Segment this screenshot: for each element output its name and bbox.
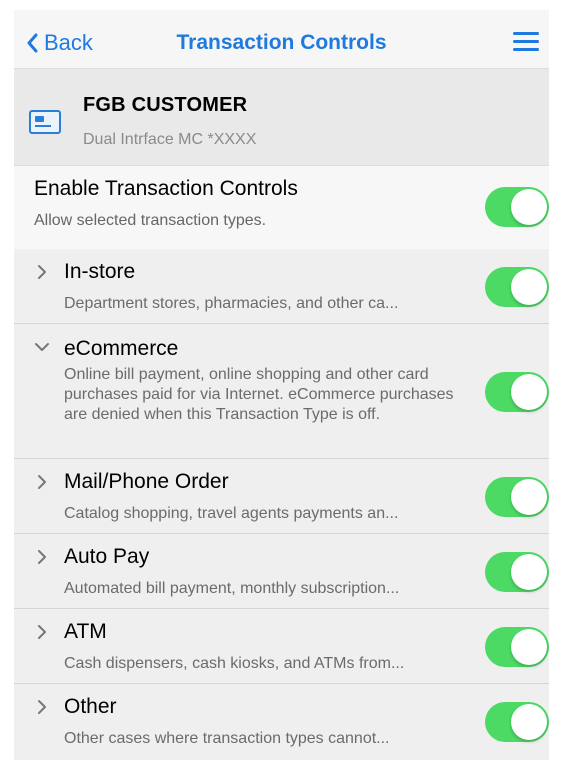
back-label: Back — [44, 30, 93, 55]
enable-controls-toggle[interactable] — [485, 187, 549, 227]
transaction-row-auto-pay[interactable]: Auto Pay Automated bill payment, monthly… — [14, 534, 549, 609]
card-account-label: Dual Intrface MC *XXXX — [83, 131, 257, 148]
credit-card-icon — [29, 110, 61, 134]
back-button[interactable]: Back — [26, 30, 93, 56]
transaction-title: Other — [64, 695, 117, 718]
transaction-title: Auto Pay — [64, 545, 150, 568]
transaction-title: Mail/Phone Order — [64, 470, 229, 493]
transaction-type-list: In-store Department stores, pharmacies, … — [14, 249, 549, 760]
toggle-knob — [511, 629, 547, 665]
transaction-toggle-atm[interactable] — [485, 627, 549, 667]
toggle-knob — [511, 374, 547, 410]
toggle-knob — [511, 554, 547, 590]
chevron-right-icon — [38, 475, 46, 489]
transaction-description: Other cases where transaction types cann… — [64, 730, 390, 747]
transaction-toggle-mail-phone-order[interactable] — [485, 477, 549, 517]
hamburger-menu-icon[interactable] — [513, 32, 539, 52]
screen: Back Transaction Controls FGB CUSTOMER D… — [0, 0, 563, 763]
transaction-row-ecommerce[interactable]: eCommerce Online bill payment, online sh… — [14, 324, 549, 459]
transaction-description: Cash dispensers, cash kiosks, and ATMs f… — [64, 655, 405, 672]
transaction-row-in-store[interactable]: In-store Department stores, pharmacies, … — [14, 249, 549, 324]
transaction-toggle-auto-pay[interactable] — [485, 552, 549, 592]
transaction-toggle-ecommerce[interactable] — [485, 372, 549, 412]
transaction-toggle-in-store[interactable] — [485, 267, 549, 307]
chevron-right-icon — [38, 625, 46, 639]
chevron-right-icon — [38, 700, 46, 714]
transaction-row-mail-phone-order[interactable]: Mail/Phone Order Catalog shopping, trave… — [14, 459, 549, 534]
chevron-right-icon — [38, 550, 46, 564]
enable-controls-title: Enable Transaction Controls — [34, 177, 298, 200]
chevron-left-icon — [27, 33, 38, 53]
chevron-right-icon — [38, 265, 46, 279]
chevron-down-icon — [35, 343, 49, 351]
page-title: Transaction Controls — [176, 31, 387, 54]
transaction-description: Automated bill payment, monthly subscrip… — [64, 580, 400, 597]
content: Back Transaction Controls FGB CUSTOMER D… — [14, 10, 549, 760]
toggle-knob — [511, 189, 547, 225]
toggle-knob — [511, 704, 547, 740]
navigation-bar: Back Transaction Controls — [14, 10, 549, 69]
transaction-row-other[interactable]: Other Other cases where transaction type… — [14, 684, 549, 760]
transaction-title: ATM — [64, 620, 107, 643]
transaction-description: Online bill payment, online shopping and… — [64, 366, 454, 423]
card-holder-name: FGB CUSTOMER — [83, 94, 248, 116]
transaction-row-atm[interactable]: ATM Cash dispensers, cash kiosks, and AT… — [14, 609, 549, 684]
transaction-description: Department stores, pharmacies, and other… — [64, 295, 399, 312]
enable-controls-row: Enable Transaction Controls Allow select… — [14, 166, 549, 249]
transaction-description: Catalog shopping, travel agents payments… — [64, 505, 399, 522]
transaction-title: In-store — [64, 260, 136, 283]
enable-controls-subtitle: Allow selected transaction types. — [34, 212, 267, 229]
transaction-toggle-other[interactable] — [485, 702, 549, 742]
toggle-knob — [511, 479, 547, 515]
toggle-knob — [511, 269, 547, 305]
transaction-title: eCommerce — [64, 337, 179, 360]
card-header: FGB CUSTOMER Dual Intrface MC *XXXX — [14, 69, 549, 166]
